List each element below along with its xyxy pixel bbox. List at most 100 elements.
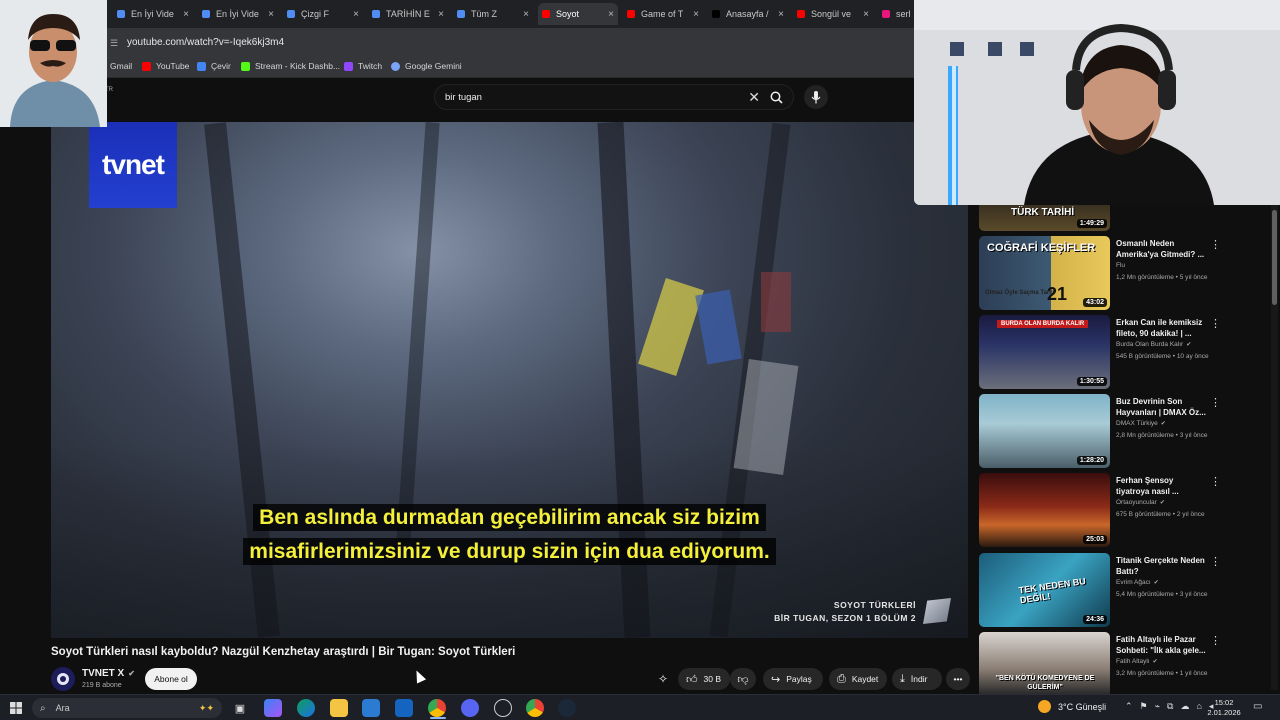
video-thumbnail[interactable]: TEK NEDEN BU DEĞİL! 24:36: [979, 553, 1110, 627]
recommendation-item[interactable]: COĞRAFİ KEŞİFLER Olmaz Öyle Saçma Tarih …: [979, 236, 1269, 310]
browser-tab[interactable]: Game of T ×: [623, 3, 703, 25]
video-thumbnail[interactable]: "BEN KÖTÜ KOMEDYENE DE GÜLERİM": [979, 632, 1110, 694]
recommendation-title[interactable]: Ferhan Şensoy tiyatroya nasıl ...: [1116, 475, 1208, 497]
recommendation-channel[interactable]: Burda Olan Burda Kalır ✔: [1116, 341, 1191, 348]
channel-text: Flu: [1116, 262, 1126, 269]
recommendation-title[interactable]: Buz Devrinin Son Hayvanları | DMAX Öz...: [1116, 396, 1208, 418]
recommendation-title[interactable]: Titanik Gerçekte Neden Battı?: [1116, 555, 1208, 577]
recommendation-item[interactable]: BURDA OLAN BURDA KALIR 1:30:55 Erkan Can…: [979, 315, 1269, 389]
download-label: İndir: [910, 674, 928, 684]
download-button[interactable]: ⤓ İndir: [892, 668, 942, 690]
share-icon: ↪: [771, 673, 781, 686]
channel-avatar[interactable]: [51, 667, 75, 691]
tab-close-icon[interactable]: ×: [863, 9, 869, 20]
bookmark-gmail[interactable]: Gmail: [110, 61, 132, 71]
subscribe-button[interactable]: Abone ol: [145, 668, 197, 690]
obs-icon[interactable]: [494, 699, 512, 717]
browser-tab[interactable]: Soyot ×: [538, 3, 618, 25]
recommendation-item[interactable]: 1:28:20 Buz Devrinin Son Hayvanları | DM…: [979, 394, 1269, 468]
tab-close-icon[interactable]: ×: [438, 9, 444, 20]
verified-icon: ✔: [128, 669, 135, 678]
address-bar[interactable]: ☰ youtube.com/watch?v=-Iqek6kj3m4: [110, 32, 910, 52]
weather-widget[interactable]: 3°C Güneşli: [1038, 700, 1106, 713]
microsoft-store-icon[interactable]: [362, 699, 380, 717]
save-button[interactable]: ⎙ Kaydet: [829, 668, 887, 690]
browser-tab[interactable]: Songül ve ×: [793, 3, 873, 25]
bookmark-twitch[interactable]: Twitch: [344, 61, 382, 71]
tab-close-icon[interactable]: ×: [183, 9, 189, 20]
channel-name[interactable]: TVNET X ✔: [82, 668, 135, 679]
search-icon[interactable]: [770, 91, 783, 104]
file-explorer-icon[interactable]: [330, 699, 348, 717]
recommendation-item[interactable]: "BEN KÖTÜ KOMEDYENE DE GÜLERİM" Fatih Al…: [979, 632, 1269, 694]
taskbar-clock[interactable]: 15:02 2.01.2026: [1204, 698, 1244, 718]
task-view-icon[interactable]: ▣: [231, 699, 249, 717]
tab-favicon-icon: [542, 10, 550, 18]
like-button[interactable]: 👍︎ 30 B: [678, 668, 730, 690]
recommendation-channel[interactable]: Ortaoyuncular ✔: [1116, 499, 1165, 506]
more-vertical-icon[interactable]: ⋮: [1210, 238, 1221, 251]
browser-tab[interactable]: Çizgi F ×: [283, 3, 363, 25]
chrome-profile-icon[interactable]: [526, 699, 544, 717]
video-thumbnail[interactable]: COĞRAFİ KEŞİFLER Olmaz Öyle Saçma Tarih …: [979, 236, 1110, 310]
recommendation-meta: 1,2 Mn görüntüleme • 5 yıl önce: [1116, 274, 1208, 281]
tab-close-icon[interactable]: ×: [523, 9, 529, 20]
outlook-icon[interactable]: [395, 699, 413, 717]
recommendation-channel[interactable]: Flu: [1116, 262, 1125, 269]
browser-tab[interactable]: serh: [878, 3, 914, 25]
discord-icon[interactable]: [461, 699, 479, 717]
recommendation-item[interactable]: TEK NEDEN BU DEĞİL! 24:36 Titanik Gerçek…: [979, 553, 1269, 627]
more-vertical-icon[interactable]: ⋮: [1210, 396, 1221, 409]
bookmark-gemini[interactable]: Google Gemini: [391, 61, 462, 71]
site-info-icon[interactable]: ☰: [110, 38, 119, 48]
steam-icon[interactable]: [558, 699, 576, 717]
ask-ai-icon[interactable]: ✧: [658, 672, 668, 686]
voice-search-button[interactable]: [804, 85, 828, 109]
recommendation-channel[interactable]: Fatih Altaylı ✔: [1116, 658, 1158, 665]
recommendation-item[interactable]: TÜRK TARİHİ 1:49:29: [979, 205, 1269, 231]
browser-tab[interactable]: Tüm Z ×: [453, 3, 533, 25]
more-vertical-icon[interactable]: ⋮: [1210, 555, 1221, 568]
recommendation-title[interactable]: Erkan Can ile kemiksiz fileto, 90 dakika…: [1116, 317, 1208, 339]
search-value: bir tugan: [445, 91, 482, 103]
video-thumbnail[interactable]: 25:03: [979, 473, 1110, 547]
tab-close-icon[interactable]: ×: [608, 9, 614, 20]
video-player[interactable]: tvnet Ben aslında durmadan geçebilirim a…: [51, 122, 968, 638]
bookmark-youtube[interactable]: YouTube: [142, 61, 189, 71]
taskbar-search-input[interactable]: ⌕ Ara ✦✦: [32, 698, 222, 718]
edge-icon[interactable]: [297, 699, 315, 717]
dislike-button[interactable]: 👎︎: [730, 668, 756, 690]
video-thumbnail[interactable]: 1:28:20: [979, 394, 1110, 468]
windows-start-icon[interactable]: [10, 702, 22, 714]
copilot-icon[interactable]: [264, 699, 282, 717]
browser-tab[interactable]: En İyi Vide ×: [113, 3, 193, 25]
tab-close-icon[interactable]: ×: [353, 9, 359, 20]
search-input[interactable]: bir tugan ✕: [434, 84, 794, 110]
program-overlay-title: SOYOT TÜRKLERİ: [833, 600, 916, 610]
more-actions-button[interactable]: •••: [946, 668, 970, 690]
scrollbar-thumb[interactable]: [1272, 210, 1277, 305]
more-vertical-icon[interactable]: ⋮: [1210, 475, 1221, 488]
browser-tab[interactable]: En İyi Vide ×: [198, 3, 278, 25]
tab-close-icon[interactable]: ×: [778, 9, 784, 20]
clear-search-icon[interactable]: ✕: [748, 89, 760, 106]
chrome-icon[interactable]: [428, 699, 446, 717]
video-thumbnail[interactable]: TÜRK TARİHİ 1:49:29: [979, 205, 1110, 231]
more-vertical-icon[interactable]: ⋮: [1210, 317, 1221, 330]
tab-close-icon[interactable]: ×: [693, 9, 699, 20]
bookmark-translate[interactable]: Çevir: [197, 61, 231, 71]
browser-tab[interactable]: Anasayfa / ×: [708, 3, 788, 25]
recommendation-title[interactable]: Osmanlı Neden Amerika'ya Gitmedi? ...: [1116, 238, 1208, 260]
more-vertical-icon[interactable]: ⋮: [1210, 634, 1221, 647]
recommendation-item[interactable]: 25:03 Ferhan Şensoy tiyatroya nasıl ... …: [979, 473, 1269, 547]
recommendation-title[interactable]: Fatih Altaylı ile Pazar Sohbeti: "İlk ak…: [1116, 634, 1208, 656]
video-thumbnail[interactable]: BURDA OLAN BURDA KALIR 1:30:55: [979, 315, 1110, 389]
tab-favicon-icon: [457, 10, 465, 18]
bookmark-kick[interactable]: Stream - Kick Dashb...: [241, 61, 340, 71]
browser-tab[interactable]: TARİHİN E ×: [368, 3, 448, 25]
notification-icon[interactable]: ▭: [1253, 701, 1262, 712]
recommendation-channel[interactable]: Evrim Ağacı ✔: [1116, 579, 1159, 586]
recommendation-channel[interactable]: DMAX Türkiye ✔: [1116, 420, 1166, 427]
share-button[interactable]: ↪ Paylaş: [763, 668, 823, 690]
tab-close-icon[interactable]: ×: [268, 9, 274, 20]
